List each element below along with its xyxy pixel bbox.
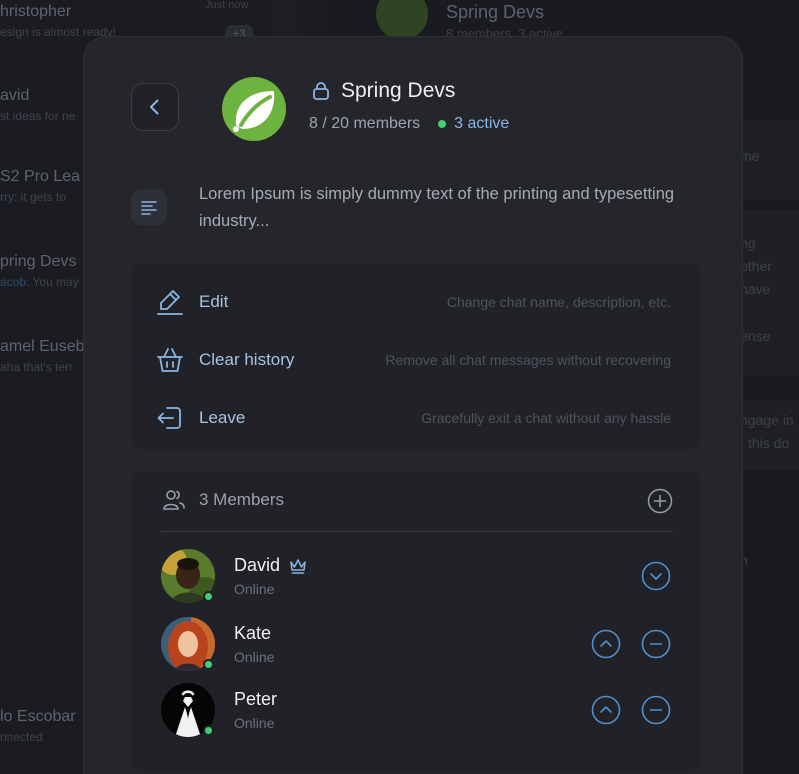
- background-text: ense: [740, 328, 771, 344]
- active-count: 3 active: [454, 115, 510, 132]
- align-left-icon: [141, 201, 157, 215]
- chat-preview-sender: acob:: [0, 275, 30, 289]
- users-icon: [163, 490, 185, 510]
- members-title: 3 Members: [199, 490, 285, 509]
- member-row-kate[interactable]: Kate Online: [161, 617, 673, 671]
- promote-member-button[interactable]: [591, 629, 621, 659]
- chat-list-item[interactable]: hristopher esign is almost ready! Just n…: [0, 0, 300, 43]
- promote-member-button[interactable]: [591, 695, 621, 725]
- chevron-up-circle-icon: [591, 629, 621, 659]
- background-text: other: [740, 258, 772, 274]
- member-name: Kate: [234, 623, 272, 643]
- group-stats: 8 / 20 members 3 active: [309, 115, 509, 133]
- background-text: ngage in: [740, 412, 794, 428]
- member-name-row: David: [234, 555, 308, 576]
- member-name: Peter: [234, 689, 278, 709]
- chevron-down-circle-icon: [641, 561, 671, 591]
- chat-preview-text: it gets to: [17, 190, 67, 204]
- edit-label: Edit: [199, 292, 229, 311]
- back-button[interactable]: [131, 83, 179, 131]
- add-member-button[interactable]: [647, 488, 673, 514]
- member-name-row: Kate: [234, 623, 271, 644]
- background-text: have: [740, 281, 771, 297]
- group-description: Lorem Ipsum is simply dummy text of the …: [199, 185, 675, 230]
- leave-hint: Gracefully exit a chat without any hassl…: [421, 410, 671, 426]
- background-text: this do: [748, 435, 790, 451]
- plus-circle-icon: [647, 488, 673, 514]
- lock-icon: [313, 82, 329, 100]
- edit-hint: Change chat name, description, etc.: [446, 294, 671, 310]
- chat-preview-sender: rry:: [0, 190, 18, 204]
- chevron-up-circle-icon: [591, 695, 621, 725]
- member-name: David: [234, 555, 281, 575]
- member-row-peter[interactable]: Peter Online: [161, 683, 673, 737]
- leave-action[interactable]: Leave Gracefully exit a chat without any…: [131, 393, 701, 443]
- chevron-left-icon: [150, 99, 159, 115]
- member-options-button[interactable]: [641, 561, 671, 591]
- member-status: Online: [234, 581, 275, 597]
- chat-preview-text: You may: [29, 275, 79, 289]
- group-info-modal: Spring Devs 8 / 20 members 3 active Lore…: [83, 36, 743, 774]
- members-header: 3 Members: [161, 487, 284, 513]
- clear-history-label: Clear history: [199, 350, 295, 369]
- online-indicator: [203, 725, 214, 736]
- online-indicator: [203, 659, 214, 670]
- member-status: Online: [234, 649, 275, 665]
- leave-icon: [155, 403, 185, 433]
- group-avatar: [222, 77, 286, 141]
- pencil-icon: [155, 287, 185, 317]
- basket-icon: [155, 345, 185, 375]
- chat-name: hristopher: [0, 3, 72, 20]
- edit-action[interactable]: Edit Change chat name, description, etc.: [131, 277, 701, 327]
- members-count: 8 / 20 members: [309, 115, 421, 132]
- spring-leaf-icon: [233, 91, 275, 132]
- member-name-row: Peter: [234, 689, 277, 710]
- active-status-dot: [438, 120, 447, 128]
- crown-icon: [290, 558, 306, 574]
- remove-member-button[interactable]: [641, 695, 671, 725]
- clear-history-hint: Remove all chat messages without recover…: [385, 352, 671, 368]
- members-panel: 3 Members David Online Kate Online Peter…: [131, 471, 701, 771]
- clear-history-action[interactable]: Clear history Remove all chat messages w…: [131, 335, 701, 385]
- group-title-row: Spring Devs: [311, 79, 455, 103]
- member-status: Online: [234, 715, 275, 731]
- background-chat-title: Spring Devs: [446, 2, 545, 22]
- group-actions-panel: Edit Change chat name, description, etc.…: [131, 263, 701, 450]
- description-icon: [131, 189, 167, 225]
- minus-circle-icon: [641, 695, 671, 725]
- remove-member-button[interactable]: [641, 629, 671, 659]
- group-name: Spring Devs: [341, 79, 456, 102]
- online-indicator: [203, 591, 214, 602]
- chat-time: Just now: [205, 0, 249, 11]
- member-row-david[interactable]: David Online: [161, 549, 673, 603]
- members-divider: [161, 531, 673, 532]
- leave-label: Leave: [199, 408, 246, 427]
- minus-circle-icon: [641, 629, 671, 659]
